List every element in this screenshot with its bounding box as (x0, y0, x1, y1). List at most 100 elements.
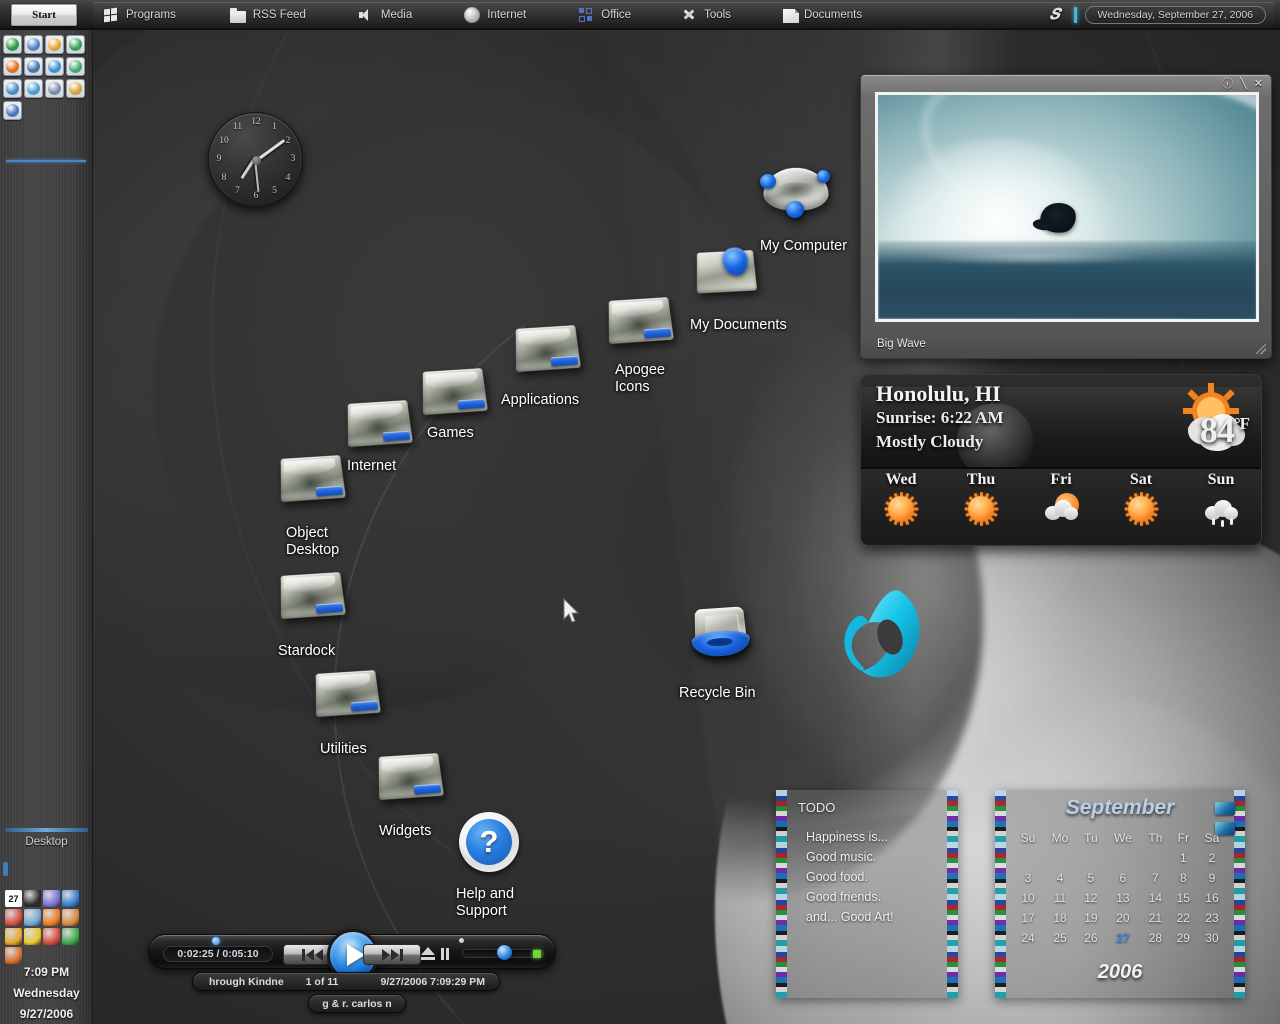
todo-item[interactable]: Good friends. (806, 887, 894, 907)
sidebar-launch-spreadsheet-icon[interactable] (66, 35, 85, 54)
desktop-icon-label[interactable]: Object Desktop (286, 525, 339, 559)
tray-network-globe-icon[interactable] (5, 928, 22, 945)
sidebar-launch-share-icon[interactable] (24, 79, 43, 98)
calendar-day-cell[interactable]: 10 (1013, 888, 1043, 908)
tray-orbit-icon[interactable] (62, 909, 79, 926)
calendar-day-cell[interactable]: 19 (1077, 908, 1105, 928)
desktop-icon-help-and-support[interactable]: ? (459, 812, 519, 872)
tray-equalizer-icon[interactable] (24, 890, 41, 907)
desktop-icon-internet[interactable] (347, 400, 413, 448)
calendar-day-cell[interactable]: 20 (1105, 908, 1141, 928)
sidebar-launch-media-play-icon[interactable] (3, 101, 22, 120)
desktop-icon-label[interactable]: Games (427, 425, 474, 442)
calendar-day-cell[interactable]: 17 (1013, 908, 1043, 928)
analog-clock-widget[interactable]: 12 1 2 3 4 5 6 7 8 9 10 11 (208, 112, 303, 207)
calendar-day-cell[interactable]: 24 (1013, 928, 1043, 948)
calendar-day-cell[interactable]: 5 (1077, 868, 1105, 888)
close-icon[interactable]: ✕ (1254, 78, 1263, 90)
todo-widget[interactable]: TODO Happiness is... Good music. Good food… (776, 790, 958, 998)
calendar-day-cell[interactable]: 14 (1141, 888, 1170, 908)
tray-calendar-27-icon[interactable]: 27 (5, 890, 22, 907)
desktop-icon-my-computer[interactable] (760, 160, 832, 222)
sidebar-launch-music-note-icon[interactable] (24, 35, 43, 54)
calendar-day-cell[interactable]: 30 (1197, 928, 1227, 948)
calendar-day-cell[interactable]: 29 (1170, 928, 1197, 948)
calendar-day-cell[interactable]: 2 (1197, 848, 1227, 868)
desktop-icon-label[interactable]: Help and Support (456, 886, 514, 920)
calendar-day-cell[interactable]: 8 (1170, 868, 1197, 888)
desktop-icon-object-desktop[interactable] (280, 455, 346, 503)
minimize-icon[interactable]: ╲ (1240, 78, 1247, 90)
desktop-icon-utilities[interactable] (315, 670, 381, 718)
calendar-day-cell[interactable]: 22 (1170, 908, 1197, 928)
tray-clipboard-icon[interactable] (24, 909, 41, 926)
calendar-day-cell[interactable]: 13 (1105, 888, 1141, 908)
desktop-icon-applications[interactable] (515, 325, 581, 373)
next-track-button[interactable] (363, 944, 421, 965)
calendar-day-cell[interactable]: 4 (1043, 868, 1077, 888)
sidebar-launch-firefox-icon[interactable] (3, 57, 22, 76)
calendar-widget[interactable]: September Su Mo Tu We Th Fr Sa 1 2 3 4 5 6 7 8 9 10 11 12… (995, 790, 1245, 998)
taskbar-date[interactable]: Wednesday, September 27, 2006 (1084, 6, 1266, 24)
calendar-day-cell[interactable]: 6 (1105, 868, 1141, 888)
calendar-day-cell[interactable]: 12 (1077, 888, 1105, 908)
tray-check-circle-icon[interactable] (24, 928, 41, 945)
image-viewer-widget[interactable]: ⓘ ╲ ✕ Big Wave (860, 74, 1272, 359)
desktop-icon-widgets[interactable] (378, 753, 444, 801)
calendar-day-cell[interactable]: 16 (1197, 888, 1227, 908)
calendar-day-cell[interactable]: 3 (1013, 868, 1043, 888)
tray-shield-icon[interactable] (62, 890, 79, 907)
calendar-day-cell[interactable]: 9 (1197, 868, 1227, 888)
sidebar-launch-chat-icon[interactable] (3, 79, 22, 98)
media-player-widget[interactable]: 0:02:25 / 0:05:10 hrough Kindne 1 of 11 … (148, 929, 556, 1015)
todo-item[interactable]: and... Good Art! (806, 907, 894, 927)
desktop-icon-label[interactable]: Internet (347, 458, 396, 475)
menu-item-rss-feed[interactable]: RSS Feed (220, 2, 316, 28)
calendar-day-cell[interactable]: 7 (1141, 868, 1170, 888)
wave-photo[interactable] (875, 92, 1259, 322)
sidebar-launch-ruler-icon[interactable] (66, 79, 85, 98)
calendar-day-cell[interactable]: 26 (1077, 928, 1105, 948)
tray-photos-icon[interactable] (43, 928, 60, 945)
eject-button[interactable] (421, 947, 435, 961)
volume-slider-knob[interactable] (497, 945, 512, 960)
desktop-icon-label[interactable]: Utilities (320, 741, 367, 758)
desktop-icon-label[interactable]: My Documents (690, 317, 787, 334)
tray-layers-icon[interactable] (43, 890, 60, 907)
menu-item-programs[interactable]: Programs (93, 2, 186, 28)
calendar-prev-button[interactable] (1215, 802, 1235, 815)
calendar-day-cell[interactable]: 27 (1105, 928, 1141, 948)
desktop-icon-recycle-bin[interactable] (690, 605, 754, 663)
sidebar-drag-handle[interactable] (3, 862, 8, 876)
media-progress-marker-icon[interactable] (212, 937, 220, 945)
pause-button[interactable] (441, 948, 449, 960)
calendar-day-cell[interactable]: 23 (1197, 908, 1227, 928)
todo-item[interactable]: Good music. (806, 847, 894, 867)
sidebar-launch-leaf-icon[interactable] (66, 57, 85, 76)
tray-pinwheel-icon[interactable] (5, 909, 22, 926)
desktop-icon-label[interactable]: Recycle Bin (679, 685, 756, 702)
sidebar-launch-cat-icon[interactable] (45, 79, 64, 98)
desktop-icon-stardock[interactable] (280, 572, 346, 620)
menu-item-internet[interactable]: Internet (454, 2, 536, 28)
desktop-icon-label[interactable]: Apogee Icons (615, 362, 665, 396)
calendar-day-cell[interactable]: 15 (1170, 888, 1197, 908)
menu-item-documents[interactable]: Documents (771, 2, 872, 28)
desktop-icon-games[interactable] (422, 368, 488, 416)
desktop-icon-label[interactable]: Applications (501, 392, 579, 409)
desktop-icon-label[interactable]: My Computer (760, 238, 847, 255)
calendar-day-cell[interactable]: 25 (1043, 928, 1077, 948)
desktop-icon-apogee-icons[interactable] (608, 297, 674, 345)
sidebar-launch-clock-icon[interactable] (45, 35, 64, 54)
tray-cone-icon[interactable] (43, 909, 60, 926)
desktop-icon-label[interactable]: Stardock (278, 643, 335, 660)
start-button[interactable]: Start (11, 3, 77, 26)
menu-item-office[interactable]: Office (568, 2, 641, 28)
tray-plant-icon[interactable] (62, 928, 79, 945)
sidebar-launch-thunderbird-icon[interactable] (24, 57, 43, 76)
sidebar-launch-quicktime-icon[interactable] (45, 57, 64, 76)
calendar-day-cell[interactable]: 11 (1043, 888, 1077, 908)
calendar-day-cell[interactable]: 1 (1170, 848, 1197, 868)
calendar-day-cell[interactable]: 21 (1141, 908, 1170, 928)
calendar-day-cell[interactable]: 28 (1141, 928, 1170, 948)
